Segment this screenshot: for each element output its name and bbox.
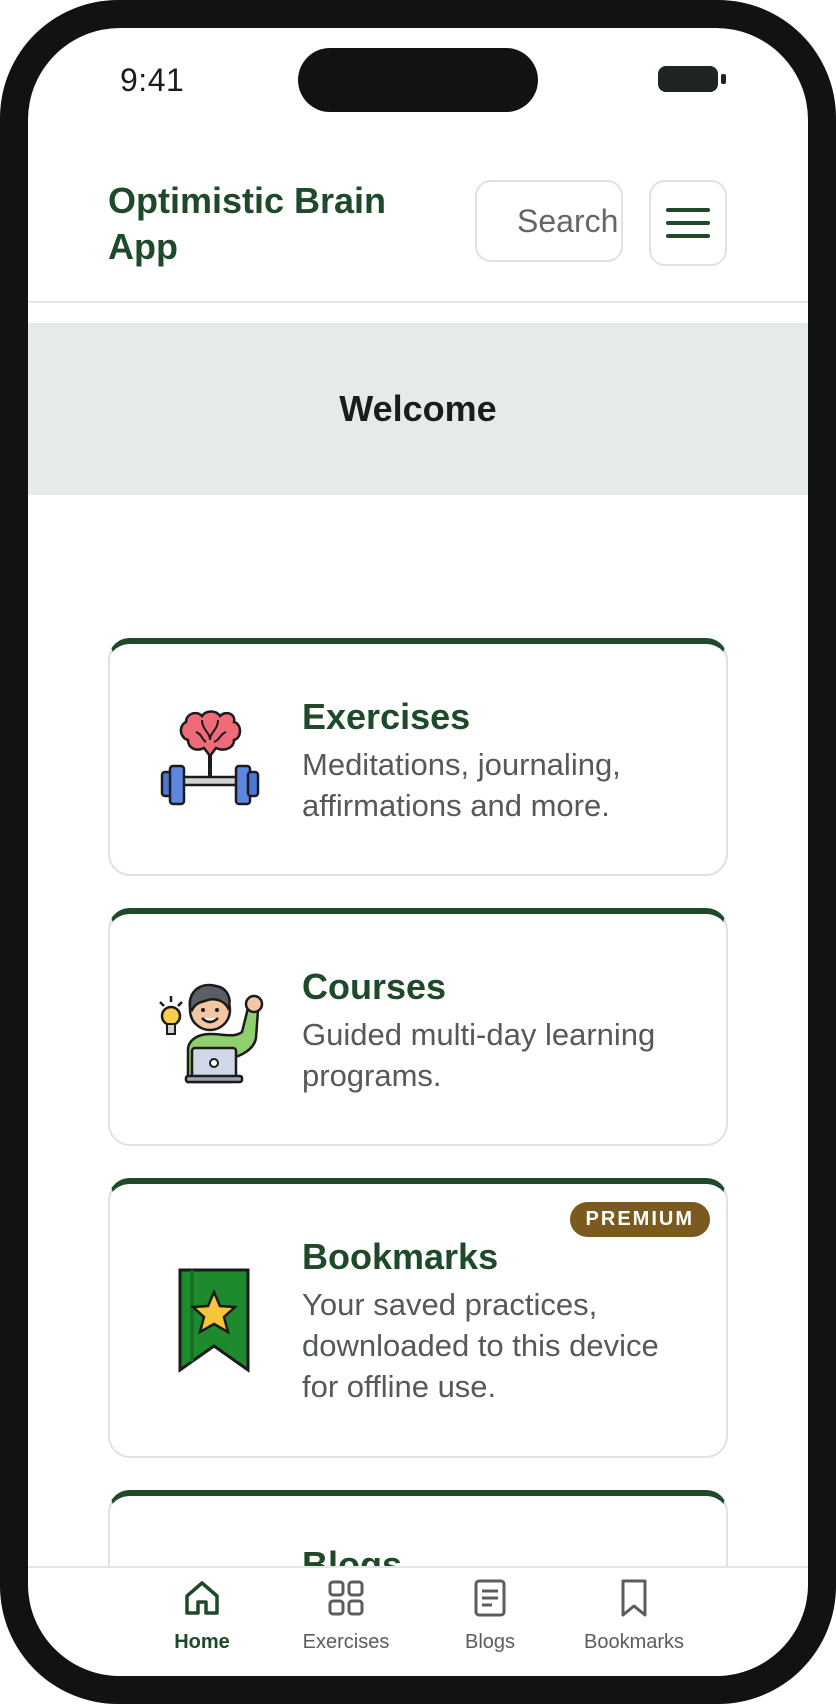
tab-exercises[interactable]: Exercises xyxy=(276,1578,416,1654)
tab-label: Bookmarks xyxy=(583,1631,685,1653)
hamburger-icon xyxy=(666,208,710,238)
card-description: Your saved practices, downloaded to this… xyxy=(302,1287,659,1404)
bookmark-icon xyxy=(621,1579,647,1617)
menu-button[interactable] xyxy=(649,180,727,266)
phone-frame: 9:41 Optimistic Brain App Search Welcome xyxy=(0,0,836,1704)
bookmark-star-icon xyxy=(178,1268,250,1373)
document-icon xyxy=(474,1579,506,1617)
status-time: 9:41 xyxy=(120,62,185,98)
card-description: Guided multi-day learning programs. xyxy=(302,1017,656,1093)
search-input[interactable]: Search xyxy=(475,180,623,262)
welcome-banner: Welcome xyxy=(28,323,808,495)
card-title: Bookmarks xyxy=(302,1236,499,1277)
tab-label: Blogs xyxy=(464,1631,516,1653)
tab-label: Home xyxy=(174,1631,230,1653)
app-title: Optimistic Brain App xyxy=(108,180,387,267)
grid-icon xyxy=(328,1580,364,1616)
brain-dumbbell-icon xyxy=(160,710,260,806)
card-description: Meditations, journaling, affirmations an… xyxy=(302,747,621,823)
tab-blogs[interactable]: Blogs xyxy=(420,1578,560,1654)
home-icon xyxy=(185,1581,219,1615)
bookmarks-card[interactable]: PREMIUM Bookmarks Your saved practices, … xyxy=(108,1178,728,1458)
premium-badge: PREMIUM xyxy=(569,1202,710,1237)
card-title: Courses xyxy=(302,966,447,1007)
bottom-tab-bar: Home Exercises Blogs Bookmarks xyxy=(28,1566,808,1676)
learner-laptop-icon xyxy=(159,983,264,1084)
card-title: Exercises xyxy=(302,696,471,737)
screen: 9:41 Optimistic Brain App Search Welcome xyxy=(28,28,808,1676)
tab-label: Exercises xyxy=(302,1631,390,1653)
courses-card[interactable]: Courses Guided multi-day learning progra… xyxy=(108,908,728,1146)
tab-bookmarks[interactable]: Bookmarks xyxy=(564,1578,704,1654)
battery-icon xyxy=(658,66,726,92)
dynamic-island xyxy=(298,48,538,112)
tab-home[interactable]: Home xyxy=(132,1578,272,1654)
app-header: Optimistic Brain App Search xyxy=(28,128,808,303)
exercises-card[interactable]: Exercises Meditations, journaling, affir… xyxy=(108,638,728,876)
